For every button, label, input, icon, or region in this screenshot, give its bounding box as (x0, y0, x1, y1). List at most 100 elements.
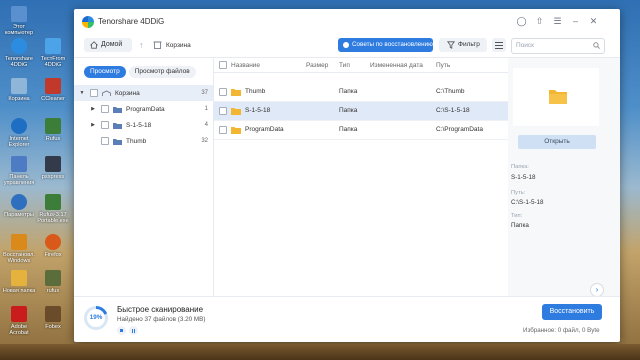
filter-button[interactable]: Фильтр (439, 38, 487, 52)
close-icon[interactable]: ✕ (588, 16, 599, 27)
pause-icon (132, 328, 133, 333)
table-row[interactable]: ProgramData Папка C:\ProgramData (214, 121, 508, 140)
list-view-button[interactable] (492, 38, 506, 52)
restore-icon (11, 234, 27, 250)
cell-type: Папка (339, 107, 358, 114)
desktop-icon-label: Firefox (44, 252, 62, 258)
cell-path: C:\ProgramData (436, 126, 483, 133)
cell-name: ProgramData (245, 126, 284, 133)
row-checkbox[interactable] (219, 88, 227, 96)
open-button[interactable]: Открыть (518, 135, 596, 149)
desktop-icon-new-folder[interactable]: Новая папка (2, 270, 36, 294)
minimize-icon[interactable]: – (570, 16, 581, 27)
table-row[interactable]: Thumb Папка C:\Thumb (214, 83, 508, 102)
tree-item-count: 1 (204, 106, 208, 112)
cell-name: S-1-5-18 (245, 107, 271, 114)
tree-item-s-1-5-18[interactable]: ▶ S-1-5-18 4 (74, 117, 213, 133)
desktop-icon-settings[interactable]: Параметры (2, 194, 36, 218)
desktop-icon-control-panel[interactable]: Панель управления (2, 156, 36, 186)
share-icon[interactable]: ⇧ (534, 16, 545, 27)
filter-icon (447, 41, 455, 49)
tab-file-view[interactable]: Просмотр файлов (128, 66, 196, 78)
chevron-right-icon[interactable]: › (590, 283, 604, 297)
desktop-icon-label: Fobex (45, 324, 61, 330)
column-size[interactable]: Размер (306, 62, 328, 69)
app-icon (45, 270, 61, 286)
desktop-icon-ccleaner[interactable]: CCleaner (36, 78, 70, 102)
filter-label: Фильтр (458, 41, 480, 48)
cell-path: C:\S-1-5-18 (436, 107, 470, 114)
list-view-icon (495, 42, 503, 43)
checkbox[interactable] (101, 137, 109, 145)
desktop-icon-rufus[interactable]: Rufus (36, 118, 70, 142)
desktop-icon-psxpress[interactable]: psxpress (36, 156, 70, 180)
column-type[interactable]: Тип (339, 62, 350, 69)
desktop-icon-recycle-bin[interactable]: Корзина (2, 78, 36, 102)
path-value: C:\S-1-5-18 (511, 199, 544, 206)
tab-tree-view[interactable]: Просмотр (84, 66, 126, 78)
breadcrumb-label[interactable]: Корзина (166, 42, 191, 49)
rufus-icon (45, 194, 61, 210)
checkbox[interactable] (101, 121, 109, 129)
checkbox[interactable] (101, 105, 109, 113)
type-label: Тип: (511, 213, 523, 219)
desktop-icon-4ddig[interactable]: Tenorshare 4DDiG (2, 38, 36, 68)
desktop-icon-fobex[interactable]: Fobex (36, 306, 70, 330)
select-all-checkbox[interactable] (219, 61, 227, 69)
cell-type: Папка (339, 88, 358, 95)
search-icon[interactable] (593, 42, 600, 49)
checkbox[interactable] (90, 89, 98, 97)
desktop-icon-rufus-2[interactable]: rufus (36, 270, 70, 294)
column-path[interactable]: Путь (436, 62, 450, 69)
folder-icon (11, 270, 27, 286)
tree-item-count: 4 (204, 122, 208, 128)
row-checkbox[interactable] (219, 107, 227, 115)
pause-scan-button[interactable] (129, 326, 138, 335)
folder-icon (231, 108, 241, 115)
desktop-icon-test-from-4ddig[interactable]: ТестFrom 4DDiG (36, 38, 70, 68)
chevron-down-icon[interactable]: ▼ (78, 90, 86, 96)
row-checkbox[interactable] (219, 126, 227, 134)
headset-icon[interactable]: ◯ (516, 16, 527, 27)
chevron-right-icon[interactable]: ▶ (89, 122, 97, 128)
desktop-icon-label: Восстановл. Windows (3, 252, 35, 264)
tree-item-recycle-bin[interactable]: ▼ Корзина 37 (74, 85, 213, 101)
stop-scan-button[interactable] (117, 326, 126, 335)
rufus-icon (45, 118, 61, 134)
recovery-tips-button[interactable]: Советы по восстановлению (338, 38, 433, 52)
cell-type: Папка (339, 126, 358, 133)
selected-summary: Избранное: 0 файл, 0 Byte (523, 327, 600, 334)
tips-icon (343, 42, 349, 48)
home-icon (90, 41, 98, 49)
tree-item-label: Thumb (126, 137, 147, 145)
scan-progress-ring: 19% (84, 306, 108, 330)
tree-item-programdata[interactable]: ▶ ProgramData 1 (74, 101, 213, 117)
search-input[interactable] (516, 40, 586, 50)
column-modified[interactable]: Измененная дата (370, 62, 423, 69)
restore-button[interactable]: Восстановить (542, 304, 602, 320)
tree-item-thumb[interactable]: Thumb 32 (74, 133, 213, 149)
cell-path: C:\Thumb (436, 88, 465, 95)
desktop-icon-windows-restore[interactable]: Восстановл. Windows (2, 234, 36, 264)
desktop-icon-label: psxpress (41, 174, 65, 180)
desktop-icon-this-pc[interactable]: Этот компьютер (2, 6, 36, 36)
home-button[interactable]: Домой (84, 38, 132, 52)
folder-value: S-1-5-18 (511, 174, 536, 181)
tree-item-label: S-1-5-18 (126, 121, 152, 129)
desktop-icon-firefox[interactable]: Firefox (36, 234, 70, 258)
internet-explorer-icon (11, 118, 27, 134)
table-row[interactable]: S-1-5-18 Папка C:\S-1-5-18 (214, 102, 508, 121)
desktop-icon-rufus-portable[interactable]: Rufus-3.17 Portable.exe (36, 194, 70, 224)
desktop-icon-internet-explorer[interactable]: Internet Explorer (2, 118, 36, 148)
desktop-icon-label: Панель управления (3, 174, 35, 186)
chevron-right-icon[interactable]: ▶ (89, 106, 97, 112)
column-name[interactable]: Название (231, 62, 260, 69)
computer-icon (11, 6, 27, 22)
desktop-icon-label: Rufus (45, 136, 61, 142)
desktop-icon-acrobat[interactable]: Adobe Acrobat (2, 306, 36, 336)
folder-icon (113, 122, 122, 129)
menu-icon[interactable]: ☰ (552, 16, 563, 27)
app-window: Tenorshare 4DDiG ◯ ⇧ ☰ – ✕ Домой ↑ Корзи… (74, 9, 620, 342)
desktop-icon-label: CCleaner (41, 96, 65, 102)
up-arrow-icon[interactable]: ↑ (139, 40, 144, 50)
